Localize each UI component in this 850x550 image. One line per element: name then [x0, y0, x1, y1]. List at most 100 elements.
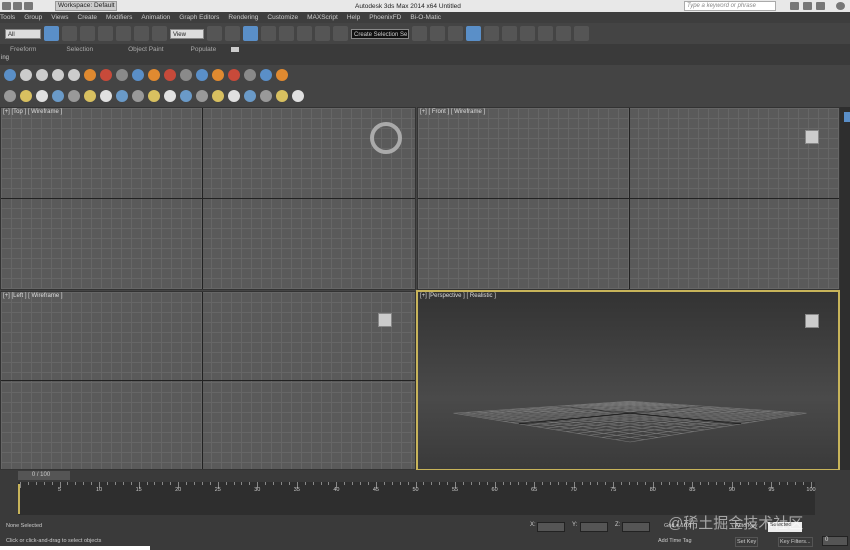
help-icon[interactable] [292, 90, 304, 102]
spot-icon[interactable] [164, 90, 176, 102]
smoke-icon[interactable] [132, 69, 144, 81]
viewport-top[interactable]: [+] [Top ] [ Wireframe ] [0, 107, 416, 290]
menu-rendering[interactable]: Rendering [228, 14, 258, 21]
viewcube-icon[interactable] [370, 122, 402, 154]
layers-icon[interactable] [4, 90, 16, 102]
tab-populate[interactable]: Populate [191, 46, 217, 53]
workspace-dropdown[interactable]: Workspace: Default [55, 1, 117, 11]
viewport-left[interactable]: [+] [Left ] [ Wireframe ] [0, 291, 416, 470]
percent-snap-button[interactable] [297, 26, 312, 41]
tree-icon[interactable] [212, 90, 224, 102]
rendered-frame-button[interactable] [556, 26, 571, 41]
tab-object-paint[interactable]: Object Paint [128, 46, 163, 53]
ocean-icon[interactable] [228, 69, 240, 81]
viewcube-icon[interactable] [805, 130, 819, 144]
move-button[interactable] [116, 26, 131, 41]
undo-icon[interactable] [13, 2, 22, 10]
select-object-button[interactable] [44, 26, 59, 41]
menu-help[interactable]: Help [347, 14, 360, 21]
menu-phoenixfd[interactable]: PhoenixFD [369, 14, 401, 21]
foam-icon[interactable] [244, 69, 256, 81]
fire-icon[interactable] [84, 69, 96, 81]
pivot-button[interactable] [207, 26, 222, 41]
play-icon[interactable] [20, 69, 32, 81]
torus-icon[interactable] [100, 90, 112, 102]
menu-create[interactable]: Create [78, 14, 98, 21]
menu-group[interactable]: Group [24, 14, 42, 21]
align-button[interactable] [430, 26, 445, 41]
help-icon[interactable] [836, 2, 845, 10]
layer-button[interactable] [448, 26, 463, 41]
mesher-icon[interactable] [148, 69, 160, 81]
set-key-button[interactable]: Set Key [735, 537, 759, 547]
menu-graph-editors[interactable]: Graph Editors [179, 14, 219, 21]
help-icon[interactable] [276, 69, 288, 81]
helper-icon[interactable] [52, 90, 64, 102]
track-bar[interactable]: 5 10 15 20 25 30 35 40 45 50 55 60 65 70 75 80 85 90 95 100 [18, 482, 816, 515]
menu-animation[interactable]: Animation [141, 14, 170, 21]
sphere-icon[interactable] [84, 90, 96, 102]
app-icon[interactable] [2, 2, 11, 10]
named-selection-dropdown[interactable]: Create Selection Se [351, 28, 409, 39]
camera-icon[interactable] [36, 90, 48, 102]
tab-selection[interactable]: Selection [66, 46, 93, 53]
viewport-label[interactable]: [+] [ Front ] [ Wireframe ] [420, 109, 485, 115]
schematic-view-button[interactable] [502, 26, 517, 41]
ribbon-toggle-button[interactable] [466, 26, 481, 41]
particle-icon[interactable] [164, 69, 176, 81]
time-slider[interactable]: 0 / 100 [18, 471, 64, 480]
viewport-label[interactable]: [+] [Top ] [ Wireframe ] [3, 109, 62, 115]
star-icon[interactable] [816, 2, 825, 10]
ocean-icon[interactable] [212, 69, 224, 81]
redo-icon[interactable] [24, 2, 33, 10]
mirror-button[interactable] [412, 26, 427, 41]
scale-button[interactable] [152, 26, 167, 41]
viewport-front[interactable]: [+] [ Front ] [ Wireframe ] [417, 107, 840, 290]
x-field[interactable] [537, 522, 565, 532]
cloud-icon[interactable] [180, 69, 192, 81]
teapot-icon[interactable] [132, 90, 144, 102]
leaf-icon[interactable] [228, 90, 240, 102]
material-editor-button[interactable] [520, 26, 535, 41]
window-crossing-button[interactable] [98, 26, 113, 41]
reference-coord-dropdown[interactable]: View [170, 28, 204, 39]
menu-tools[interactable]: Tools [0, 14, 15, 21]
menu-customize[interactable]: Customize [267, 14, 298, 21]
ribbon-options-icon[interactable] [231, 47, 240, 52]
binoculars-icon[interactable] [790, 2, 799, 10]
manipulate-button[interactable] [225, 26, 240, 41]
time-cursor[interactable] [18, 484, 20, 514]
search-input[interactable]: Type a keyword or phrase [684, 1, 776, 11]
wave-icon[interactable] [180, 90, 192, 102]
render-setup-button[interactable] [538, 26, 553, 41]
tab-freeform[interactable]: Freeform [10, 46, 36, 53]
viewcube-icon[interactable] [378, 313, 392, 327]
cloud-icon[interactable] [116, 69, 128, 81]
menu-modifiers[interactable]: Modifiers [106, 14, 132, 21]
box-icon[interactable] [68, 90, 80, 102]
render-button[interactable] [574, 26, 589, 41]
rect-selection-button[interactable] [80, 26, 95, 41]
current-frame-field[interactable]: 0 [822, 536, 848, 546]
viewport-perspective[interactable]: [+] [Perspective ] [ Realistic ] [416, 290, 840, 471]
z-field[interactable] [622, 522, 650, 532]
snap-button[interactable] [261, 26, 276, 41]
globe-icon[interactable] [244, 90, 256, 102]
pyramid-icon[interactable] [116, 90, 128, 102]
command-panel-edge[interactable] [840, 107, 850, 470]
render-icon[interactable] [260, 90, 272, 102]
stop-icon[interactable] [52, 69, 64, 81]
spinner-snap-button[interactable] [315, 26, 330, 41]
angle-snap-button[interactable] [279, 26, 294, 41]
viewcube-icon[interactable] [805, 314, 819, 328]
menu-maxscript[interactable]: MAXScript [307, 14, 338, 21]
pd-icon[interactable] [196, 69, 208, 81]
pause-icon[interactable] [36, 69, 48, 81]
keyboard-shortcut-button[interactable] [243, 26, 258, 41]
light-icon[interactable] [20, 90, 32, 102]
viewport-label[interactable]: [+] [Left ] [ Wireframe ] [3, 293, 63, 299]
space-icon[interactable] [196, 90, 208, 102]
teapot-icon[interactable] [4, 69, 16, 81]
menu-views[interactable]: Views [51, 14, 68, 21]
key-filters-button[interactable]: Key Filters... [778, 537, 813, 547]
